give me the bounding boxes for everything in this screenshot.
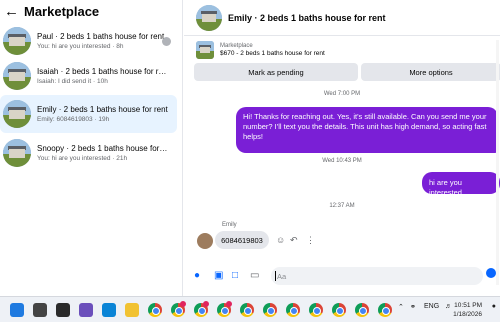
message-timestamp: Wed 7:00 PM (323, 91, 361, 97)
search-icon[interactable] (33, 303, 47, 317)
task-view-icon[interactable] (56, 303, 70, 317)
teams-icon[interactable] (79, 303, 93, 317)
chrome-icon[interactable] (286, 303, 300, 317)
chrome-icon[interactable] (148, 303, 162, 317)
chrome-icon[interactable] (309, 303, 323, 317)
sidebar-title: Marketplace (24, 3, 100, 19)
listing-source: Marketplace (220, 43, 253, 49)
conversation-preview: Emily: 6084619803 · 19h (37, 116, 110, 123)
conversation-item[interactable]: Isaiah · 2 beds 1 baths house for re... … (0, 57, 177, 95)
conversation-item-active[interactable]: Emily · 2 beds 1 baths house for rent Em… (0, 95, 177, 133)
chrome-icon[interactable] (263, 303, 277, 317)
chrome-icon[interactable] (240, 303, 254, 317)
volume-icon[interactable]: ♬ (445, 303, 452, 310)
notification-badge-icon (226, 301, 232, 307)
outgoing-message: hi are you interested (422, 172, 500, 197)
conversation-name: Isaiah · 2 beds 1 baths house for re... (37, 67, 169, 76)
outgoing-message: Hi! Thanks for reaching out. Yes, it's s… (236, 107, 498, 153)
mark-as-pending-button[interactable]: Mark as pending (194, 63, 358, 81)
conversation-preview: Isaiah: I did send it · 10h (37, 78, 108, 85)
listing-banner-thumbnail (196, 41, 214, 59)
marketplace-sidebar: ← Marketplace Paul · 2 beds 1 baths hous… (0, 0, 183, 296)
file-explorer-icon[interactable] (125, 303, 139, 317)
conversation-item[interactable]: Paul · 2 beds 1 baths house for rent You… (0, 22, 177, 60)
notification-icon[interactable]: ● (492, 303, 496, 310)
photo-icon[interactable]: ▣ (214, 270, 223, 281)
chrome-icon[interactable] (355, 303, 369, 317)
more-actions-icon[interactable]: ⋮ (306, 235, 315, 246)
incoming-message: 6084619803 (215, 231, 269, 249)
message-timestamp: Wed 10:43 PM (322, 158, 362, 164)
conversation-name: Emily · 2 beds 1 baths house for rent (37, 105, 168, 114)
chat-scrollbar[interactable] (496, 40, 499, 285)
sender-avatar[interactable] (197, 233, 213, 249)
system-clock[interactable]: 10:51 PM 1/18/2026 (453, 301, 482, 319)
chat-title[interactable]: Emily · 2 beds 1 baths house for rent (228, 13, 386, 23)
conversation-preview: You: hi are you interested · 8h (37, 43, 124, 50)
windows-start-icon[interactable] (10, 303, 24, 317)
back-arrow-icon[interactable]: ← (4, 3, 19, 20)
chat-header: Emily · 2 beds 1 baths house for rent (184, 0, 500, 36)
incoming-sender-name: Emily (222, 222, 237, 228)
sidebar-header: ← Marketplace (4, 2, 99, 20)
network-icon[interactable]: ⚭ (410, 303, 416, 311)
listing-banner[interactable]: Marketplace $670 - 2 beds 1 baths house … (192, 40, 492, 60)
react-emoji-icon[interactable]: ☺ (276, 235, 285, 245)
emoji-icon[interactable] (486, 268, 496, 278)
windows-taskbar: ⌃ ⚭ ENG ♬ 10:51 PM 1/18/2026 ● (0, 296, 500, 322)
chat-listing-thumbnail[interactable] (196, 4, 222, 31)
conversation-item[interactable]: Snoopy · 2 beds 1 baths house for rent Y… (0, 134, 177, 172)
conversation-preview: You: hi are you interested · 21h (37, 155, 128, 162)
listing-description: $670 - 2 beds 1 baths house for rent (220, 50, 325, 57)
tray-overflow-icon[interactable]: ⌃ (398, 303, 404, 311)
message-input-placeholder: Aa (277, 271, 287, 281)
reply-icon[interactable]: ↶ (290, 235, 298, 246)
chrome-icon[interactable] (378, 303, 392, 317)
listing-thumbnail (3, 139, 31, 167)
microphone-icon[interactable]: ● (194, 270, 200, 281)
notification-badge-icon (203, 301, 209, 307)
gif-icon[interactable]: ▭ (250, 270, 259, 281)
chat-panel: Emily · 2 beds 1 baths house for rent Ma… (184, 0, 500, 296)
conversation-name: Paul · 2 beds 1 baths house for rent (37, 32, 165, 41)
listing-thumbnail (3, 27, 31, 55)
sticker-icon[interactable]: □ (232, 270, 238, 281)
chrome-icon[interactable] (332, 303, 346, 317)
message-timestamp: 12:37 AM (329, 203, 355, 209)
clock-date: 1/18/2026 (453, 311, 482, 318)
seen-avatar-icon (162, 37, 171, 46)
message-composer: ● ▣ □ ▭ Aa (184, 264, 500, 288)
message-input[interactable]: Aa (271, 267, 483, 285)
edge-icon[interactable] (102, 303, 116, 317)
listing-thumbnail (3, 100, 31, 128)
notification-badge-icon (180, 301, 186, 307)
more-options-button[interactable]: More options (361, 63, 500, 81)
conversation-name: Snoopy · 2 beds 1 baths house for rent (37, 144, 169, 153)
text-caret (275, 271, 276, 281)
language-indicator[interactable]: ENG (424, 303, 439, 310)
clock-time: 10:51 PM (454, 302, 482, 309)
listing-thumbnail (3, 62, 31, 90)
